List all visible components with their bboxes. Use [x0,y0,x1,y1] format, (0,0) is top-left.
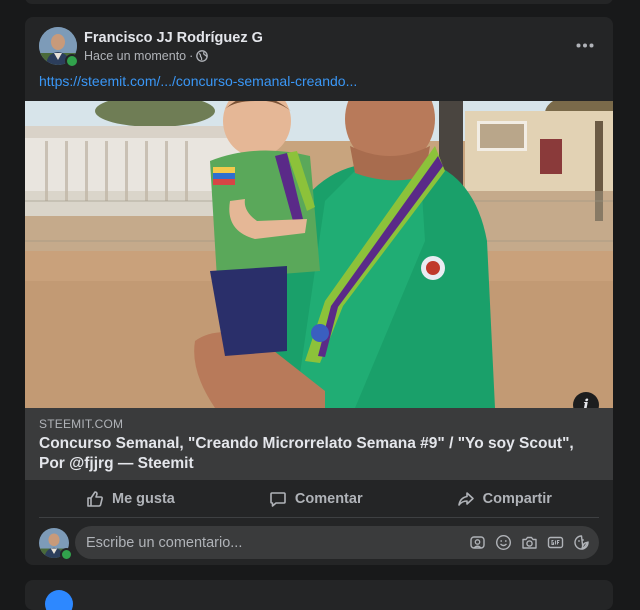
more-options-button[interactable] [569,31,601,59]
thumbs-up-icon [87,491,103,507]
globe-icon[interactable] [196,50,209,62]
share-arrow-icon [457,492,474,506]
post-link[interactable]: https://steemit.com/.../concurso-semanal… [39,73,357,89]
comment-tools [468,526,591,559]
post-header: Francisco JJ Rodríguez G Hace un momento… [25,17,613,77]
meta-separator: · [189,49,194,63]
like-label: Me gusta [112,491,175,507]
link-preview[interactable]: i STEEMIT.COM Concurso Semanal, "Creando… [25,101,613,480]
share-button[interactable]: Compartir [437,484,572,514]
camera-icon[interactable] [520,533,539,552]
share-label: Compartir [482,491,552,507]
comment-box [75,526,599,559]
preview-photo[interactable] [25,101,613,408]
comment-button[interactable]: Comentar [249,484,383,514]
avatar-sticker-icon[interactable] [468,533,487,552]
author-name[interactable]: Francisco JJ Rodríguez G [84,30,263,46]
like-button[interactable]: Me gusta [66,484,195,514]
preview-footer[interactable]: STEEMIT.COM Concurso Semanal, "Creando M… [25,408,613,480]
comment-bubble-icon [270,492,286,507]
previous-post-card [25,0,613,4]
more-dots-icon [576,43,594,47]
emoji-icon[interactable] [494,533,513,552]
sticker-icon[interactable] [572,533,591,552]
gif-icon[interactable] [546,533,565,552]
comment-input[interactable] [75,526,455,559]
post-meta: Hace un momento · [84,49,209,63]
next-post-avatar [45,590,73,610]
post-actions: Me gusta Comentar Compartir [39,482,599,516]
next-post-card [25,580,613,610]
preview-domain: STEEMIT.COM [39,417,124,431]
commenter-online-dot [60,548,73,561]
comment-label: Comentar [294,491,363,507]
preview-title[interactable]: Concurso Semanal, "Creando Microrrelato … [39,434,599,474]
online-status-dot [65,54,79,68]
divider [39,517,599,518]
post-card: Francisco JJ Rodríguez G Hace un momento… [25,17,613,565]
post-timestamp[interactable]: Hace un momento [84,49,186,63]
